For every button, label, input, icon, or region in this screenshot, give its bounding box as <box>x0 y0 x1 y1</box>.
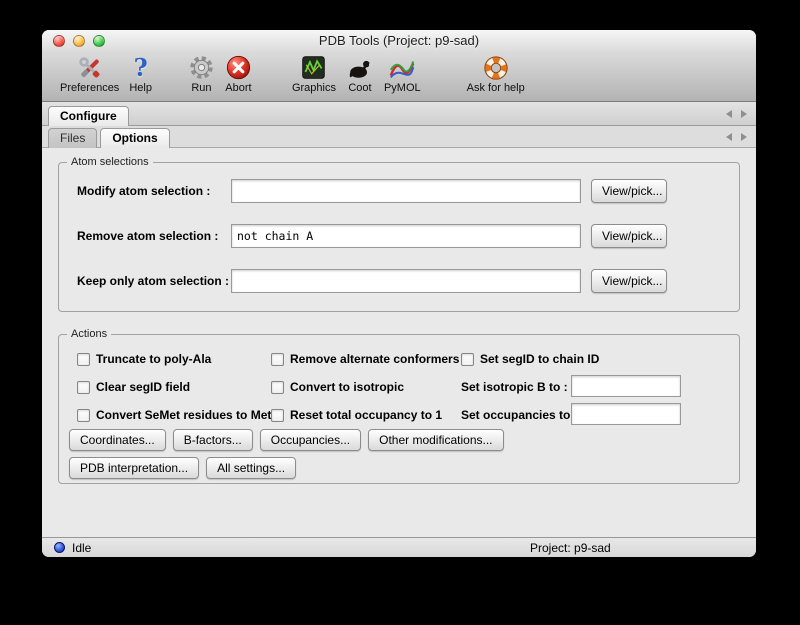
titlebar[interactable]: PDB Tools (Project: p9-sad) <box>42 30 756 52</box>
checkbox-box <box>271 353 284 366</box>
zoom-button[interactable] <box>93 35 105 47</box>
tab-nav-left-icon[interactable] <box>726 133 732 141</box>
options-panel: Atom selections Modify atom selection : … <box>42 148 756 537</box>
status-bar: Idle Project: p9-sad <box>42 537 756 557</box>
view-pick-button[interactable]: View/pick... <box>591 179 667 203</box>
other-modifications-button[interactable]: Other modifications... <box>368 429 503 451</box>
tab-pager <box>726 110 747 118</box>
remove-atom-selection-input[interactable] <box>231 224 581 248</box>
atom-selections-group: Atom selections Modify atom selection : … <box>58 162 740 312</box>
preferences-tools-icon <box>76 53 104 82</box>
toolbar-label: Run <box>191 82 211 94</box>
tab-nav-right-icon[interactable] <box>741 133 747 141</box>
files-options-tab-bar: Files Options <box>42 126 756 148</box>
actions-group: Actions Truncate to poly-Ala Remove alte… <box>58 334 740 484</box>
checkbox-reset-total-occupancy[interactable]: Reset total occupancy to 1 <box>271 407 442 423</box>
modify-atom-selection-label: Modify atom selection : <box>77 179 210 203</box>
checkbox-label: Remove alternate conformers <box>290 352 459 366</box>
status-led-icon <box>54 542 65 553</box>
configure-tab-bar: Configure <box>42 102 756 126</box>
checkbox-remove-alternate-conformers[interactable]: Remove alternate conformers <box>271 351 459 367</box>
keep-only-atom-selection-label: Keep only atom selection : <box>77 269 229 293</box>
toolbar-graphics-button[interactable]: Graphics <box>292 53 336 94</box>
toolbar-coot-button[interactable]: Coot <box>346 53 374 94</box>
tab-nav-right-icon[interactable] <box>741 110 747 118</box>
checkbox-box <box>271 381 284 394</box>
help-question-icon: ? <box>134 53 148 82</box>
toolbar-help-button[interactable]: ? Help <box>129 53 152 94</box>
toolbar-pymol-button[interactable]: PyMOL <box>384 53 421 94</box>
checkbox-box <box>77 409 90 422</box>
actions-button-row-2: PDB interpretation... All settings... <box>69 457 296 479</box>
checkbox-label: Convert to isotropic <box>290 380 404 394</box>
view-pick-button[interactable]: View/pick... <box>591 224 667 248</box>
tab-pager <box>726 133 747 141</box>
modify-atom-selection-input[interactable] <box>231 179 581 203</box>
all-settings-button[interactable]: All settings... <box>206 457 296 479</box>
checkbox-convert-to-isotropic[interactable]: Convert to isotropic <box>271 379 404 395</box>
tab-configure[interactable]: Configure <box>48 106 129 126</box>
tab-files[interactable]: Files <box>48 128 97 148</box>
tab-nav-left-icon[interactable] <box>726 110 732 118</box>
window-header: PDB Tools (Project: p9-sad) <box>42 30 756 102</box>
b-factors-button[interactable]: B-factors... <box>173 429 253 451</box>
checkbox-label: Truncate to poly-Ala <box>96 352 211 366</box>
checkbox-label: Clear segID field <box>96 380 190 394</box>
lifesaver-icon <box>482 53 510 82</box>
graphics-icon <box>300 53 327 82</box>
checkbox-clear-segid-field[interactable]: Clear segID field <box>77 379 190 395</box>
group-legend: Actions <box>67 328 111 341</box>
toolbar-preferences-button[interactable]: Preferences <box>60 53 119 94</box>
tab-options[interactable]: Options <box>100 128 169 148</box>
toolbar-label: Graphics <box>292 82 336 94</box>
window-title: PDB Tools (Project: p9-sad) <box>42 30 756 52</box>
checkbox-truncate-poly-ala[interactable]: Truncate to poly-Ala <box>77 351 211 367</box>
close-button[interactable] <box>53 35 65 47</box>
occupancies-button[interactable]: Occupancies... <box>260 429 361 451</box>
actions-button-row-1: Coordinates... B-factors... Occupancies.… <box>69 429 504 451</box>
checkbox-set-segid-to-chain-id[interactable]: Set segID to chain ID <box>461 351 599 367</box>
app-window: PDB Tools (Project: p9-sad) <box>42 30 756 557</box>
toolbar-label: Help <box>129 82 152 94</box>
toolbar-label: Abort <box>225 82 251 94</box>
pdb-interpretation-button[interactable]: PDB interpretation... <box>69 457 199 479</box>
traffic-lights <box>53 35 105 47</box>
toolbar: Preferences ? Help Run <box>42 52 756 101</box>
toolbar-label: PyMOL <box>384 82 421 94</box>
view-pick-button[interactable]: View/pick... <box>591 269 667 293</box>
group-legend: Atom selections <box>67 156 153 169</box>
checkbox-label: Set segID to chain ID <box>480 352 599 366</box>
checkbox-label: Convert SeMet residues to Met <box>96 408 271 422</box>
set-isotropic-b-label: Set isotropic B to : <box>461 377 568 397</box>
coordinates-button[interactable]: Coordinates... <box>69 429 166 451</box>
toolbar-run-button[interactable]: Run <box>188 53 215 94</box>
coot-bird-icon <box>346 53 374 82</box>
set-occupancies-label: Set occupancies to : <box>461 405 578 425</box>
abort-x-icon <box>225 53 252 82</box>
checkbox-box <box>461 353 474 366</box>
toolbar-label: Ask for help <box>467 82 525 94</box>
status-text: Idle <box>72 541 91 555</box>
checkbox-box <box>271 409 284 422</box>
checkbox-convert-semet-to-met[interactable]: Convert SeMet residues to Met <box>77 407 271 423</box>
run-gear-icon <box>188 53 215 82</box>
pymol-ribbon-icon <box>388 53 416 82</box>
keep-only-atom-selection-input[interactable] <box>231 269 581 293</box>
set-isotropic-b-input[interactable] <box>571 375 681 397</box>
remove-atom-selection-label: Remove atom selection : <box>77 224 218 248</box>
checkbox-label: Reset total occupancy to 1 <box>290 408 442 422</box>
toolbar-abort-button[interactable]: Abort <box>225 53 252 94</box>
project-label: Project: p9-sad <box>530 541 611 555</box>
minimize-button[interactable] <box>73 35 85 47</box>
checkbox-box <box>77 381 90 394</box>
toolbar-ask-for-help-button[interactable]: Ask for help <box>467 53 525 94</box>
toolbar-label: Preferences <box>60 82 119 94</box>
checkbox-box <box>77 353 90 366</box>
set-occupancies-input[interactable] <box>571 403 681 425</box>
toolbar-label: Coot <box>348 82 371 94</box>
